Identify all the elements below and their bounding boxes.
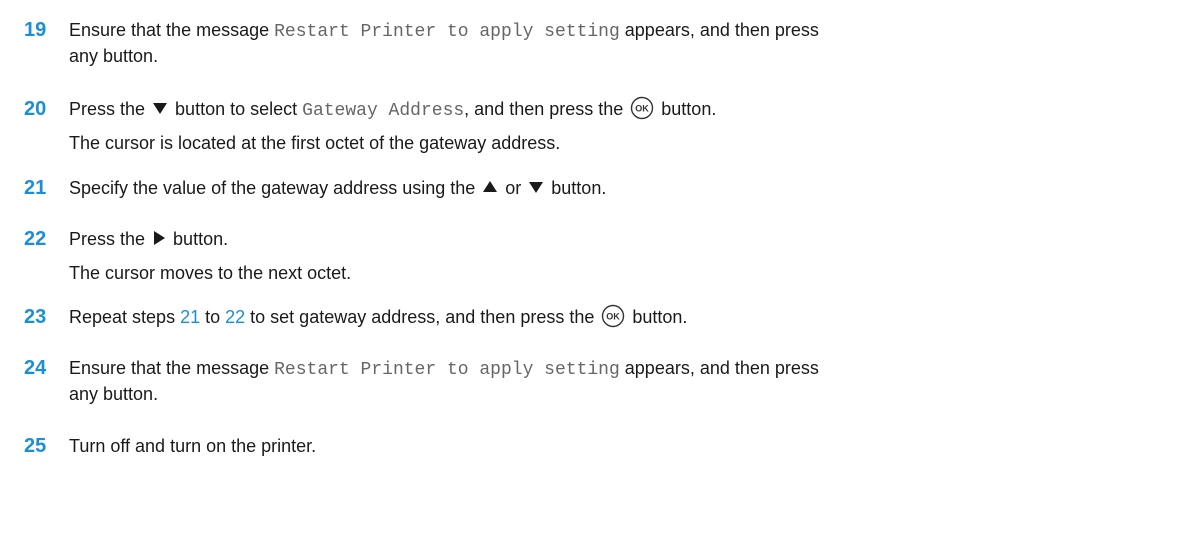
svg-text:OK: OK xyxy=(636,104,650,114)
step-number: 19 xyxy=(24,19,47,41)
right-arrow-icon xyxy=(154,231,166,246)
down-arrow-icon xyxy=(153,103,168,115)
message-text: Restart Printer to apply setting xyxy=(274,22,620,42)
step-number: 24 xyxy=(24,357,47,379)
step-number: 25 xyxy=(24,435,47,457)
step-number: 22 xyxy=(24,228,47,250)
step-text: Turn off and turn on the printer. xyxy=(69,436,317,456)
step-text: Repeat steps 21 to 22 to set gateway add… xyxy=(69,305,687,330)
ok-button-icon: OK xyxy=(602,305,625,328)
step-21-link[interactable]: 21 xyxy=(180,307,200,327)
step-text-continued: any button. xyxy=(69,384,159,404)
step-22-link[interactable]: 22 xyxy=(225,307,245,327)
step-number: 21 xyxy=(24,177,47,199)
step-number: 23 xyxy=(24,306,47,328)
step-text: Ensure that the message Restart Printer … xyxy=(69,358,819,380)
step-text: Ensure that the message Restart Printer … xyxy=(69,20,819,42)
step-text: Press the button. xyxy=(69,229,229,249)
step-result-text: The cursor moves to the next octet. xyxy=(69,263,352,283)
step-text: Press the button to select Gateway Addre… xyxy=(69,97,716,123)
step-text-continued: any button. xyxy=(69,46,159,66)
menu-item-text: Gateway Address xyxy=(302,101,465,121)
step-text: Specify the value of the gateway address… xyxy=(69,178,607,198)
down-arrow-icon xyxy=(529,182,544,194)
step-number: 20 xyxy=(24,98,47,120)
svg-text:OK: OK xyxy=(607,312,621,322)
step-result-text: The cursor is located at the first octet… xyxy=(69,133,561,153)
up-arrow-icon xyxy=(483,181,498,193)
message-text: Restart Printer to apply setting xyxy=(274,360,620,380)
ok-button-icon: OK xyxy=(631,97,654,120)
